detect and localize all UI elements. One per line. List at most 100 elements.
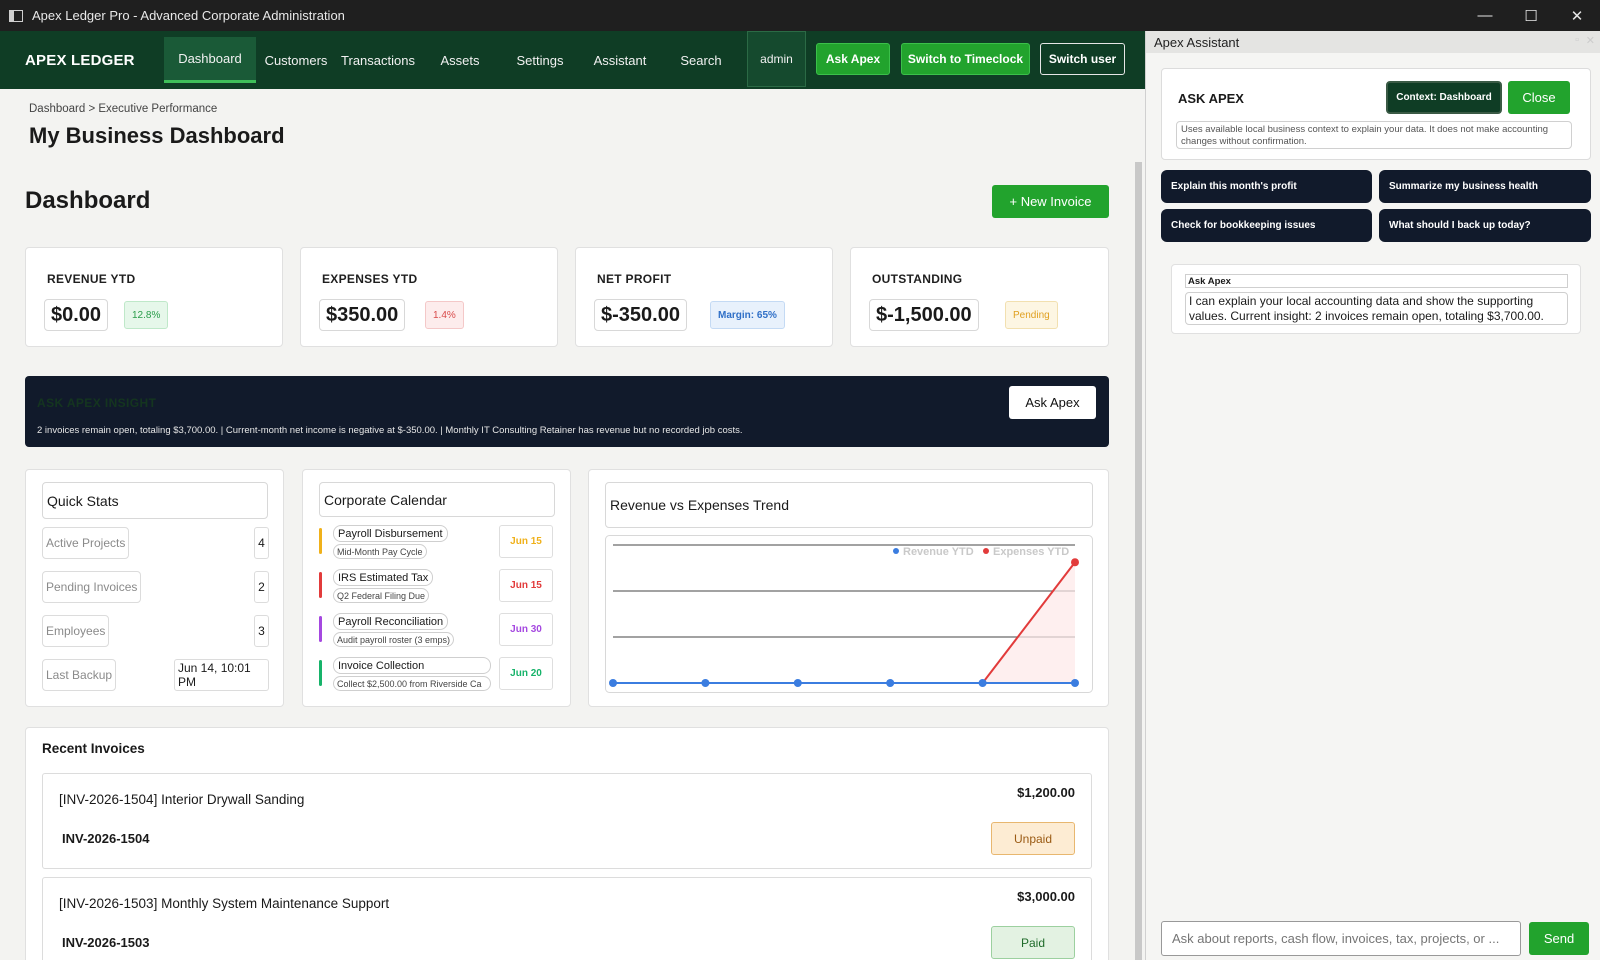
kpi-label: NET PROFIT <box>597 272 672 286</box>
ask-apex-card: ASK APEX Context: Dashboard Close Uses a… <box>1161 68 1591 160</box>
maximize-icon[interactable]: ☐ <box>1508 0 1554 31</box>
context-dashboard-button[interactable]: Context: Dashboard <box>1386 81 1502 114</box>
nav-tab-customers[interactable]: Customers <box>256 37 336 83</box>
ask-apex-nav-button[interactable]: Ask Apex <box>816 43 890 75</box>
data-point <box>793 679 802 687</box>
kpi-card-net-profit: NET PROFIT $-350.00 Margin: 65% <box>575 247 833 347</box>
stat-value: 4 <box>254 527 269 559</box>
kpi-badge: 1.4% <box>425 301 464 329</box>
kpi-card-expenses: EXPENSES YTD $350.00 1.4% <box>300 247 558 347</box>
nav-tab-search[interactable]: Search <box>660 37 742 83</box>
data-point <box>1071 679 1079 687</box>
calendar-title: Corporate Calendar <box>319 482 555 517</box>
minimize-icon[interactable]: — <box>1462 0 1508 31</box>
stat-value: Jun 14, 10:01 PM <box>174 659 269 691</box>
switch-user-button[interactable]: Switch user <box>1040 43 1125 75</box>
close-window-icon[interactable]: ✕ <box>1554 0 1600 31</box>
invoice-amount: $1,200.00 <box>1017 785 1075 800</box>
data-point <box>978 679 987 687</box>
message-text: I can explain your local accounting data… <box>1185 292 1568 325</box>
legend-marker <box>893 548 899 554</box>
legend-label: Expenses YTD <box>993 546 1069 558</box>
window-titlebar: Apex Ledger Pro - Advanced Corporate Adm… <box>0 0 1600 31</box>
message-author: Ask Apex <box>1185 274 1568 288</box>
stat-label: Pending Invoices <box>42 571 142 603</box>
insight-ask-apex-button[interactable]: Ask Apex <box>1009 386 1096 419</box>
kpi-label: EXPENSES YTD <box>322 272 418 286</box>
main-scrollbar[interactable] <box>1135 162 1142 960</box>
invoice-title: [INV-2026-1504] Interior Drywall Sanding <box>59 792 305 807</box>
section-title: Dashboard <box>25 187 151 214</box>
invoice-number: INV-2026-1504 <box>62 831 150 846</box>
assistant-input[interactable] <box>1161 921 1521 956</box>
new-invoice-button[interactable]: + New Invoice <box>992 185 1109 218</box>
brand-logo: APEX LEDGER <box>25 51 135 69</box>
quick-stats-card: Quick Stats Active Projects 4 Pending In… <box>25 469 284 707</box>
invoice-status-badge: Paid <box>991 926 1075 959</box>
legend-marker <box>983 548 989 554</box>
calendar-event-marker <box>319 660 322 686</box>
window-title: Apex Ledger Pro - Advanced Corporate Adm… <box>32 8 345 23</box>
user-menu-admin[interactable]: admin <box>747 31 806 87</box>
data-point <box>701 679 710 687</box>
calendar-event-subtitle: Audit payroll roster (3 emps) <box>333 632 455 647</box>
stat-value: 3 <box>254 615 269 647</box>
calendar-event-title: Invoice Collection <box>333 657 491 674</box>
kpi-label: OUTSTANDING <box>872 272 963 286</box>
stat-label: Active Projects <box>42 527 130 559</box>
trend-chart: Revenue YTD Expenses YTD <box>605 535 1093 693</box>
kpi-value: $0.00 <box>44 299 109 331</box>
data-point <box>1071 558 1079 567</box>
trend-chart-card: Revenue vs Expenses Trend Revenue YTD Exp… <box>588 469 1109 707</box>
assistant-message: Ask Apex I can explain your local accoun… <box>1171 264 1581 334</box>
calendar-event-subtitle: Collect $2,500.00 from Riverside Ca <box>333 676 491 691</box>
page-title: My Business Dashboard <box>29 123 285 148</box>
kpi-badge: Margin: 65% <box>710 301 785 329</box>
ask-apex-insight-banner: ASK APEX INSIGHT 2 invoices remain open,… <box>25 376 1109 447</box>
nav-tab-dashboard[interactable]: Dashboard <box>164 37 256 83</box>
trend-chart-title: Revenue vs Expenses Trend <box>605 482 1093 528</box>
suggestion-chip-health[interactable]: Summarize my business health <box>1379 170 1591 203</box>
calendar-event-marker <box>319 528 322 554</box>
nav-tab-assistant[interactable]: Assistant <box>580 37 660 83</box>
calendar-event-title: IRS Estimated Tax <box>333 569 434 586</box>
calendar-event-date[interactable]: Jun 20 <box>499 657 553 690</box>
switch-timeclock-button[interactable]: Switch to Timeclock <box>901 43 1030 75</box>
suggestion-chip-bookkeeping[interactable]: Check for bookkeeping issues <box>1161 209 1372 242</box>
calendar-event-date[interactable]: Jun 15 <box>499 525 553 558</box>
calendar-event-title: Payroll Reconciliation <box>333 613 449 630</box>
insight-title: ASK APEX INSIGHT <box>37 396 157 410</box>
app-icon <box>9 9 23 22</box>
calendar-event-marker <box>319 572 322 598</box>
kpi-card-outstanding: OUTSTANDING $-1,500.00 Pending <box>850 247 1109 347</box>
invoice-title: [INV-2026-1503] Monthly System Maintenan… <box>59 896 390 911</box>
stat-label: Last Backup <box>42 659 117 691</box>
ask-apex-description: Uses available local business context to… <box>1176 121 1572 149</box>
calendar-event-date[interactable]: Jun 30 <box>499 613 553 646</box>
send-button[interactable]: Send <box>1529 922 1589 955</box>
kpi-label: REVENUE YTD <box>47 272 136 286</box>
panel-close-icon[interactable]: ✕ <box>1586 34 1595 47</box>
insight-text: 2 invoices remain open, totaling $3,700.… <box>37 425 743 436</box>
close-assistant-button[interactable]: Close <box>1508 81 1570 114</box>
calendar-event-date[interactable]: Jun 15 <box>499 569 553 602</box>
assistant-panel-title: Apex Assistant <box>1154 34 1240 50</box>
suggestion-chip-backup[interactable]: What should I back up today? <box>1379 209 1591 242</box>
kpi-value: $-1,500.00 <box>869 299 979 331</box>
suggestion-chip-profit[interactable]: Explain this month's profit <box>1161 170 1372 203</box>
corporate-calendar-card: Corporate Calendar Payroll Disbursement … <box>302 469 571 707</box>
data-point <box>609 679 617 687</box>
breadcrumb[interactable]: Dashboard > Executive Performance <box>29 103 217 115</box>
quick-stats-title: Quick Stats <box>42 482 268 519</box>
panel-float-icon[interactable]: ▫ <box>1575 34 1579 46</box>
invoice-status-badge: Unpaid <box>991 822 1075 855</box>
nav-tab-transactions[interactable]: Transactions <box>336 37 420 83</box>
nav-tab-assets[interactable]: Assets <box>420 37 500 83</box>
invoice-row[interactable]: [INV-2026-1503] Monthly System Maintenan… <box>42 877 1092 960</box>
kpi-value: $-350.00 <box>594 299 687 331</box>
invoice-row[interactable]: [INV-2026-1504] Interior Drywall Sanding… <box>42 773 1092 869</box>
nav-tab-settings[interactable]: Settings <box>500 37 580 83</box>
top-nav: APEX LEDGER Dashboard Customers Transact… <box>0 31 1145 89</box>
stat-value: 2 <box>254 571 269 603</box>
assistant-panel: Apex Assistant ▫ ✕ ASK APEX Context: Das… <box>1145 31 1600 960</box>
